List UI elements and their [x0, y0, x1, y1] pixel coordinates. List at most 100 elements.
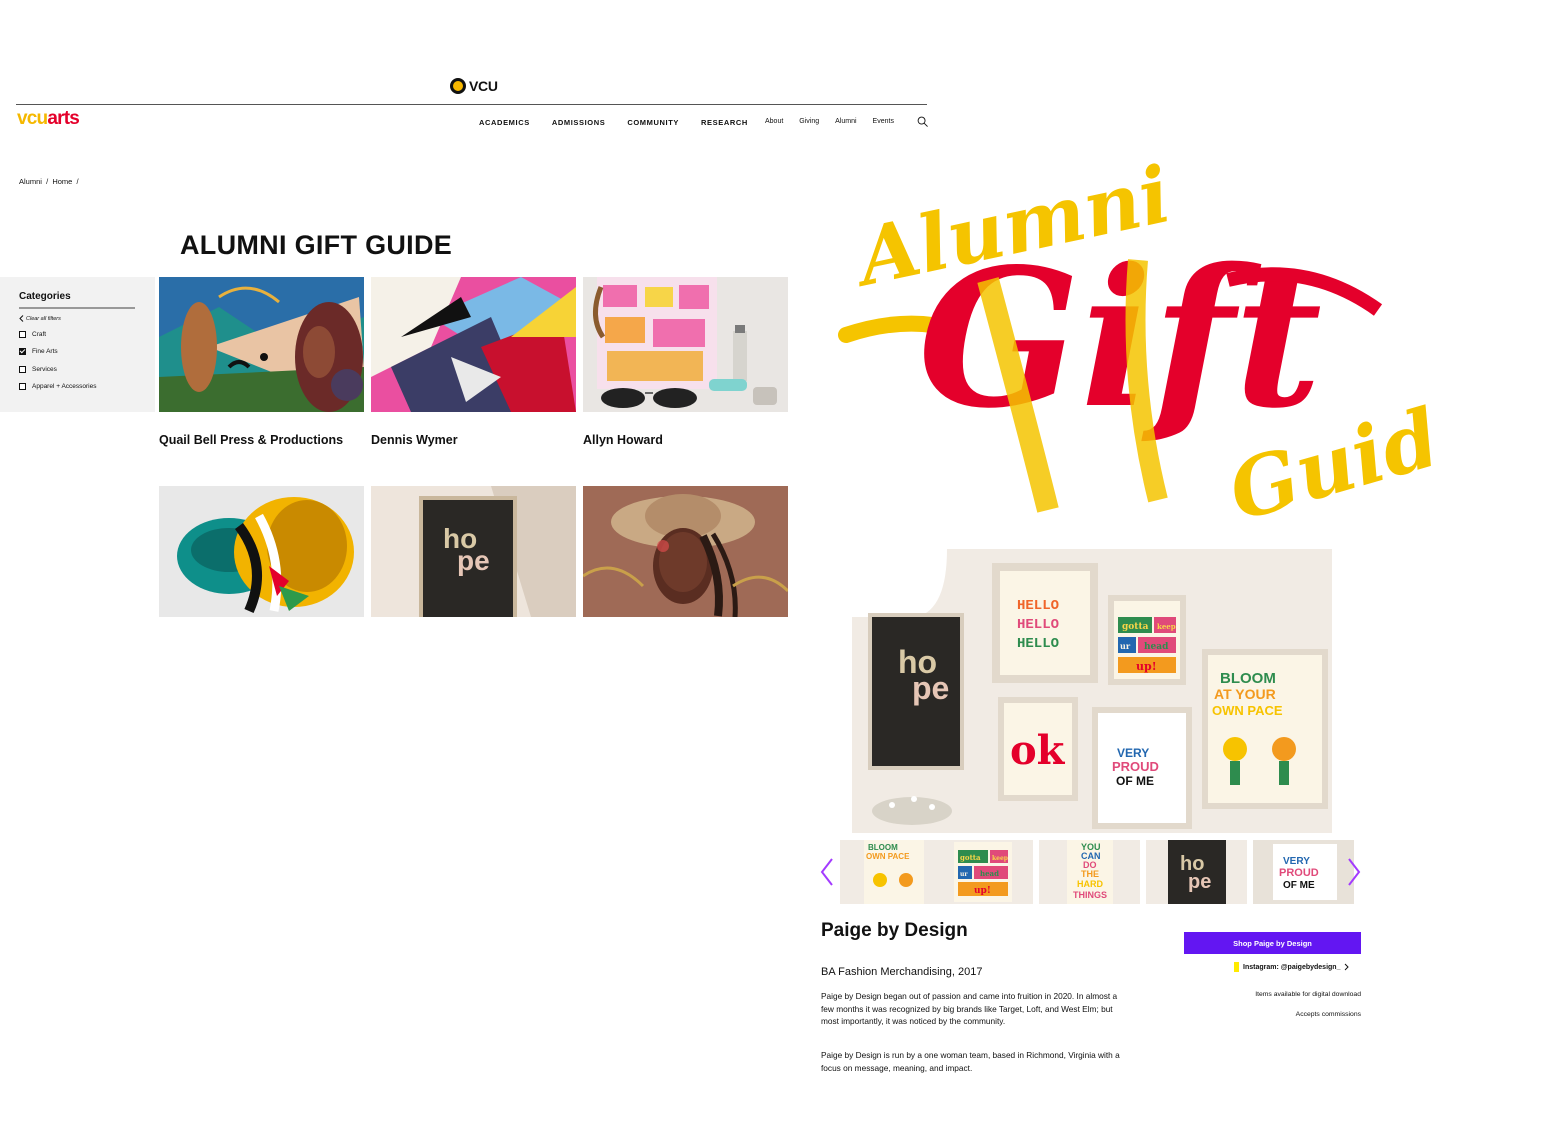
product-main-image: ho pe HELLO HELLO HELLO gotta keep ur he… [852, 549, 1332, 833]
nav-alumni[interactable]: Alumni [835, 118, 856, 125]
carousel-thumbnail[interactable]: BLOOM OWN PACE [840, 840, 941, 904]
hello-print-text: HELLO [1017, 636, 1059, 652]
proud-thumb-text: PROUD [1279, 867, 1319, 879]
proud-print-text: OF ME [1116, 774, 1154, 788]
card-image [583, 277, 788, 412]
print-text: head [1144, 642, 1169, 652]
breadcrumb[interactable]: Alumni / Home / [19, 177, 79, 186]
nav-about[interactable]: About [765, 118, 783, 125]
category-label: Fine Arts [32, 348, 58, 356]
print-text: keep [1157, 622, 1176, 631]
instagram-handle: Instagram: @paigebydesign_ [1243, 963, 1341, 971]
proud-print-text: VERY [1117, 746, 1149, 760]
hero-gift: Gift [918, 227, 1322, 450]
card-image [159, 277, 364, 412]
alumni-card[interactable] [582, 486, 790, 638]
vendor-degree: BA Fashion Merchandising, 2017 [821, 966, 983, 978]
hard-thumb-text: THINGS [1073, 890, 1107, 900]
head-thumb-text: head [980, 869, 999, 878]
card-title[interactable]: Quail Bell Press & Productions [159, 433, 364, 447]
search-icon[interactable] [917, 116, 928, 127]
image-carousel: BLOOM OWN PACE gotta keep ur head up! YO… [820, 840, 1365, 904]
alumni-card[interactable]: Dennis Wymer [371, 277, 576, 447]
carousel-thumbnail[interactable]: VERY PROUD OF ME [1253, 840, 1354, 904]
alumni-card[interactable]: Quail Bell Press & Productions [159, 277, 364, 447]
hard-thumb-text: THE [1081, 869, 1099, 879]
hello-print-text: HELLO [1017, 617, 1059, 633]
vendor-name: Paige by Design [821, 920, 968, 941]
nav-admissions[interactable]: ADMISSIONS [552, 118, 606, 127]
chevron-left-icon[interactable] [820, 857, 834, 887]
bloom-print-text: AT YOUR [1214, 686, 1276, 702]
sidebar-divider [19, 307, 135, 309]
category-label: Apparel + Accessories [32, 383, 97, 391]
clear-filters-label: Clear all filters [26, 315, 61, 322]
print-text: up! [1136, 660, 1157, 673]
carousel-thumbnail[interactable]: ho pe [1146, 840, 1247, 904]
bloom-print-text: OWN PACE [1212, 703, 1283, 718]
checkbox[interactable] [19, 365, 26, 373]
checkbox[interactable] [19, 383, 26, 391]
digital-download-note: Items available for digital download [1255, 991, 1361, 998]
categories-heading: Categories [19, 291, 71, 302]
chevron-right-icon [1345, 963, 1350, 971]
category-craft[interactable]: Craft [19, 326, 155, 343]
instagram-link[interactable]: Instagram: @paigebydesign_ [1234, 962, 1350, 972]
proud-thumb-text: OF ME [1283, 880, 1315, 891]
category-services[interactable]: Services [19, 361, 155, 378]
vcu-masthead[interactable]: VCU [450, 78, 498, 94]
instagram-marker-icon [1234, 962, 1239, 972]
alumni-card[interactable]: ho pe [371, 486, 576, 638]
logo-arts: arts [47, 108, 79, 129]
header-divider [16, 104, 927, 105]
card-image [371, 277, 576, 412]
nav-academics[interactable]: ACADEMICS [479, 118, 530, 127]
category-apparel-accessories[interactable]: Apparel + Accessories [19, 378, 155, 395]
nav-giving[interactable]: Giving [799, 118, 819, 125]
checkbox[interactable] [19, 331, 26, 339]
proud-thumb-text: VERY [1283, 856, 1310, 867]
carousel-thumbnail[interactable]: YOU CAN DO THE HARD THINGS [1039, 840, 1140, 904]
keep-thumb-text: keep [992, 855, 1008, 862]
vcuarts-logo[interactable]: vcuarts [17, 108, 80, 130]
category-fine-arts[interactable]: Fine Arts [19, 343, 155, 360]
card-image [582, 486, 790, 618]
chevron-left-icon [19, 315, 24, 322]
chevron-right-icon[interactable] [1347, 857, 1361, 887]
bloom-thumb-text: OWN PACE [866, 852, 910, 861]
bloom-print-text: BLOOM [1220, 670, 1276, 687]
hope-print-text: pe [912, 670, 949, 706]
commissions-note: Accepts commissions [1295, 1011, 1361, 1018]
secondary-nav: About Giving Alumni Events [765, 118, 910, 125]
card-title[interactable]: Dennis Wymer [371, 433, 576, 447]
hope-print-text: pe [457, 545, 490, 576]
alumni-card[interactable] [159, 486, 364, 638]
clear-filters-link[interactable]: Clear all filters [19, 315, 155, 322]
vcu-seal-icon [450, 78, 466, 94]
alumni-gift-guide-hero: Alumni Gift Guide [838, 160, 1438, 520]
shop-button[interactable]: Shop Paige by Design [1184, 932, 1361, 954]
main-nav: ACADEMICS ADMISSIONS COMMUNITY RESEARCH [479, 118, 770, 127]
print-text: gotta [1122, 622, 1149, 632]
ok-print-text: ok [1010, 727, 1066, 774]
category-label: Craft [32, 331, 47, 339]
card-image [159, 486, 364, 617]
card-image: ho pe [371, 486, 576, 617]
nav-research[interactable]: RESEARCH [701, 118, 748, 127]
checkbox-checked[interactable] [19, 348, 26, 356]
hello-print-text: HELLO [1017, 598, 1059, 614]
nav-events[interactable]: Events [873, 118, 894, 125]
alumni-card[interactable]: Allyn Howard [583, 277, 788, 447]
vcu-wordmark: VCU [469, 78, 498, 94]
up-thumb-text: up! [974, 886, 991, 896]
your-thumb-text: ur [960, 871, 968, 878]
bloom-thumb-text: BLOOM [868, 843, 898, 852]
card-title[interactable]: Allyn Howard [583, 433, 788, 447]
vendor-description: Paige by Design is run by a one woman te… [821, 1050, 1120, 1073]
proud-print-text: PROUD [1112, 759, 1159, 774]
nav-community[interactable]: COMMUNITY [627, 118, 679, 127]
gotta-thumb-text: gotta [960, 853, 981, 862]
page-title: ALUMNI GIFT GUIDE [180, 230, 453, 260]
carousel-thumbnail[interactable]: gotta keep ur head up! [932, 840, 1033, 904]
vendor-description: Paige by Design began out of passion and… [821, 991, 1118, 1026]
